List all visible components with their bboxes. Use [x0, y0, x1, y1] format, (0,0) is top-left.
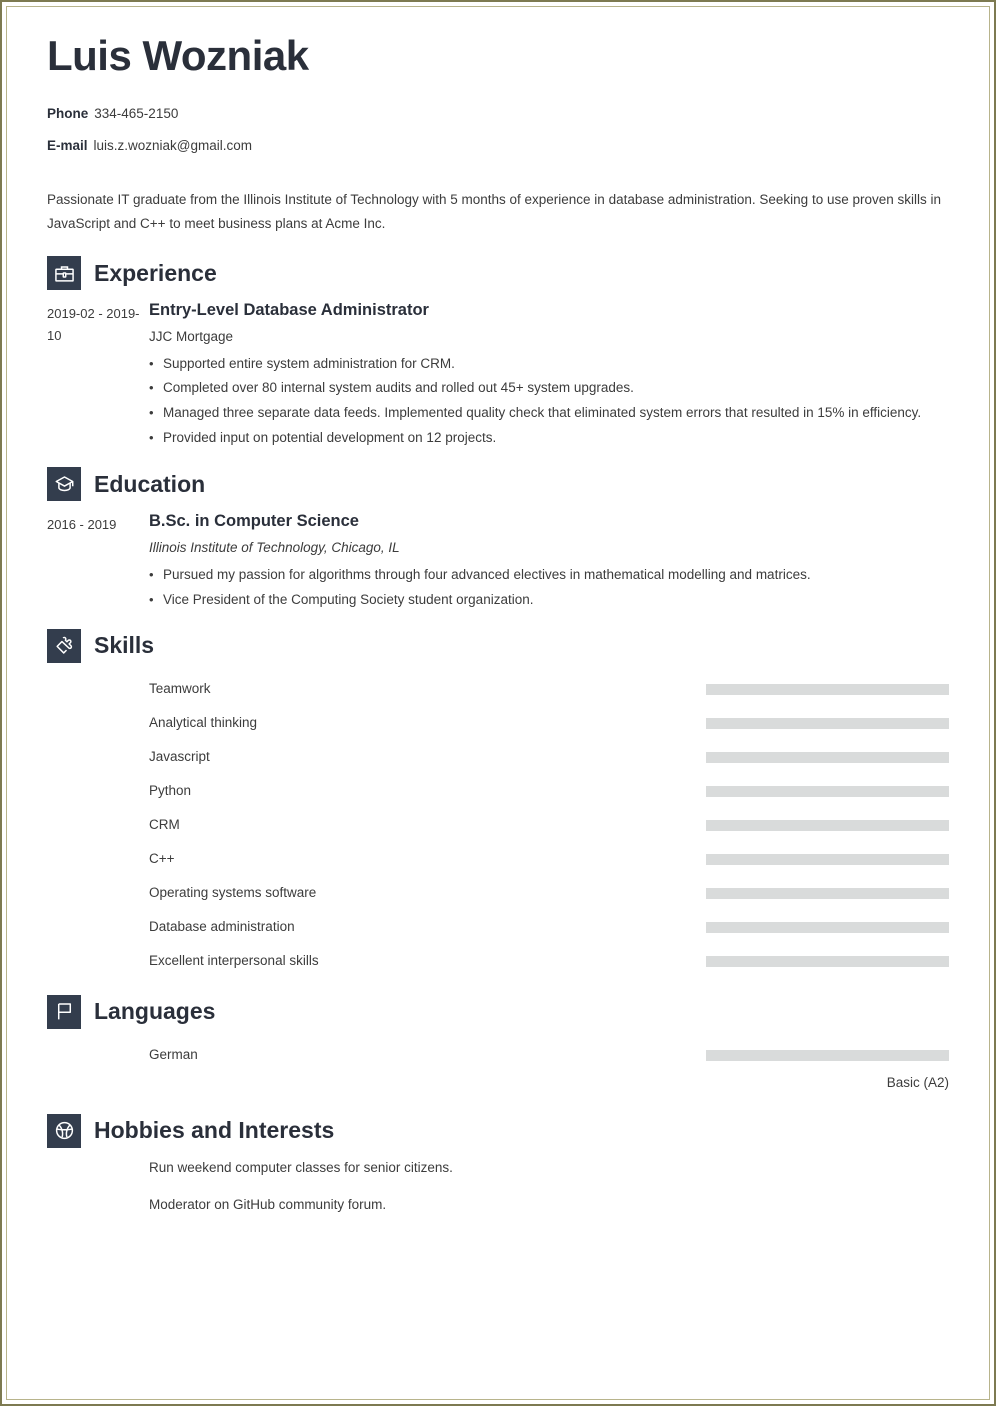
experience-bullet-list: Supported entire system administration f… [149, 352, 949, 452]
contact-value-email[interactable]: luis.z.wozniak@gmail.com [94, 138, 253, 153]
contact-value-phone: 334-465-2150 [94, 106, 179, 122]
languages-list: German Basic (A2) [47, 1039, 949, 1090]
section-title-hobbies: Hobbies and Interests [94, 1117, 335, 1144]
section-title-skills: Skills [94, 632, 155, 659]
education-bullet-list: Pursued my passion for algorithms throug… [149, 563, 949, 613]
graduation-cap-icon [47, 467, 81, 502]
resume-header: Luis Wozniak Phone 334-465-2150 E-mail lui… [47, 32, 949, 236]
skill-level-bar [706, 854, 949, 866]
language-row: German [47, 1039, 949, 1073]
section-header-education: Education [47, 467, 949, 502]
skill-row: Operating systems software [47, 877, 949, 911]
skill-label: Database administration [149, 919, 295, 935]
experience-job-title: Entry-Level Database Administrator [149, 301, 429, 319]
skill-row: CRM [47, 809, 949, 843]
page-title: Luis Wozniak [47, 32, 309, 79]
contact-label-phone: Phone [47, 106, 89, 122]
skill-row: Teamwork [47, 673, 949, 707]
skill-row: Javascript [47, 741, 949, 775]
list-item: Provided input on potential development … [149, 426, 949, 451]
skill-level-bar [706, 820, 949, 832]
section-header-hobbies: Hobbies and Interests [47, 1113, 949, 1148]
flag-icon [47, 994, 81, 1029]
skill-level-bar [706, 752, 949, 764]
section-title-languages: Languages [94, 998, 216, 1025]
list-item: Managed three separate data feeds. Imple… [149, 401, 949, 426]
section-header-experience: Experience [47, 256, 949, 290]
list-item: Run weekend computer classes for senior … [149, 1159, 453, 1175]
briefcase-icon [47, 256, 81, 290]
skill-label: Operating systems software [149, 885, 317, 901]
skill-level-bar [706, 786, 949, 798]
skill-label: C++ [149, 851, 175, 867]
language-level-note: Basic (A2) [886, 1074, 949, 1090]
contact-row-phone: Phone 334-465-2150 [47, 105, 949, 124]
list-item: Moderator on GitHub community forum. [149, 1197, 387, 1213]
education-school: Illinois Institute of Technology, Chicag… [149, 540, 400, 556]
section-title-education: Education [94, 470, 206, 497]
puzzle-piece-icon [47, 628, 81, 663]
basketball-icon [47, 1113, 81, 1148]
experience-dates: 2019-02 - 2019-10 [47, 306, 140, 344]
language-label: German [149, 1047, 198, 1063]
experience-entry: 2019-02 - 2019-10 Entry-Level Database A… [47, 300, 949, 451]
hobbies-list: Run weekend computer classes for senior … [47, 1158, 949, 1215]
list-item: Completed over 80 internal system audits… [149, 376, 949, 401]
experience-company: JJC Mortgage [149, 328, 234, 344]
list-item: Supported entire system administration f… [149, 352, 949, 377]
skill-label: Python [149, 783, 192, 799]
resume-page-frame: Luis Wozniak Phone 334-465-2150 E-mail lui… [0, 0, 996, 1406]
skill-level-bar [706, 718, 949, 730]
skill-level-bar [706, 684, 949, 696]
skill-row: Excellent interpersonal skills [47, 945, 949, 979]
skill-level-bar [706, 888, 949, 900]
skill-label: Analytical thinking [149, 715, 258, 731]
list-item: Pursued my passion for algorithms throug… [149, 563, 949, 588]
education-degree: B.Sc. in Computer Science [149, 512, 359, 531]
skill-row: Analytical thinking [47, 707, 949, 741]
contact-row-email: E-mail luis.z.wozniak@gmail.com [47, 137, 949, 156]
section-header-languages: Languages [47, 994, 949, 1029]
education-dates: 2016 - 2019 [47, 517, 117, 533]
skill-row: C++ [47, 843, 949, 877]
skill-row: Python [47, 775, 949, 809]
skill-level-bar [706, 956, 949, 968]
education-entry: 2016 - 2019 B.Sc. in Computer Science Il… [47, 511, 949, 612]
list-item: Vice President of the Computing Society … [149, 588, 949, 613]
skill-row: Database administration [47, 911, 949, 945]
language-level-bar [706, 1050, 949, 1062]
skills-list: Teamwork Analytical thinking Javascript … [47, 673, 949, 979]
resume-document: Luis Wozniak Phone 334-465-2150 E-mail lui… [6, 6, 990, 1400]
skill-label: Excellent interpersonal skills [149, 953, 319, 969]
skill-label: Teamwork [149, 681, 211, 697]
skill-label: CRM [149, 817, 180, 833]
professional-summary: Passionate IT graduate from the Illinois… [47, 191, 942, 231]
section-title-experience: Experience [94, 259, 217, 286]
section-header-skills: Skills [47, 628, 949, 663]
skill-label: Javascript [149, 749, 210, 765]
contact-label-email: E-mail [47, 138, 88, 154]
skill-level-bar [706, 922, 949, 934]
